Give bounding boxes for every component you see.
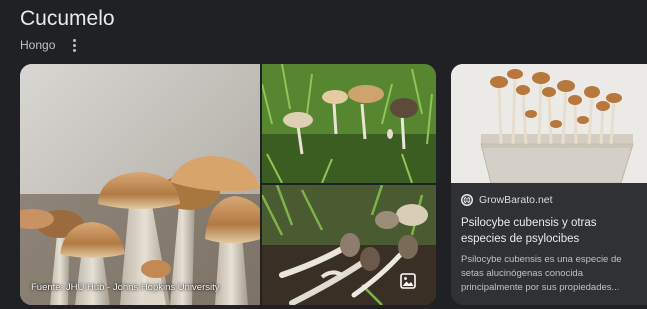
web-result-card[interactable]: GrowBarato.net Psilocybe cubensis y otra… bbox=[451, 64, 647, 305]
mushroom-photo-main[interactable]: Fuente: JHU Hub - Johns Hopkins Universi… bbox=[20, 64, 260, 305]
image-source-caption: Fuente: JHU Hub - Johns Hopkins Universi… bbox=[31, 282, 220, 293]
result-title[interactable]: Psilocybe cubensis y otras especies de p… bbox=[461, 215, 641, 247]
result-thumbnail bbox=[451, 64, 647, 184]
result-site-name: GrowBarato.net bbox=[479, 194, 553, 206]
entity-subtitle: Hongo bbox=[20, 38, 56, 52]
image-icon[interactable] bbox=[400, 273, 416, 289]
mushroom-photo-grass[interactable] bbox=[262, 64, 436, 183]
image-gallery: Fuente: JHU Hub - Johns Hopkins Universi… bbox=[20, 64, 436, 305]
mushroom-photo-lying[interactable] bbox=[262, 185, 436, 305]
mushroom-cluster-illustration bbox=[20, 64, 260, 305]
result-snippet: Psilocybe cubensis es una especie de set… bbox=[461, 254, 622, 293]
entity-subtitle-row: Hongo bbox=[20, 38, 115, 52]
entity-title: Cucumelo bbox=[20, 7, 115, 30]
more-vert-icon[interactable] bbox=[69, 38, 79, 52]
result-body: GrowBarato.net Psilocybe cubensis y otra… bbox=[461, 194, 641, 295]
mushrooms-on-grass-illustration bbox=[262, 64, 436, 183]
globe-icon bbox=[461, 194, 473, 206]
result-source: GrowBarato.net bbox=[461, 194, 641, 206]
entity-header: Cucumelo Hongo bbox=[20, 6, 115, 52]
mushroom-grow-box-illustration bbox=[451, 64, 647, 184]
